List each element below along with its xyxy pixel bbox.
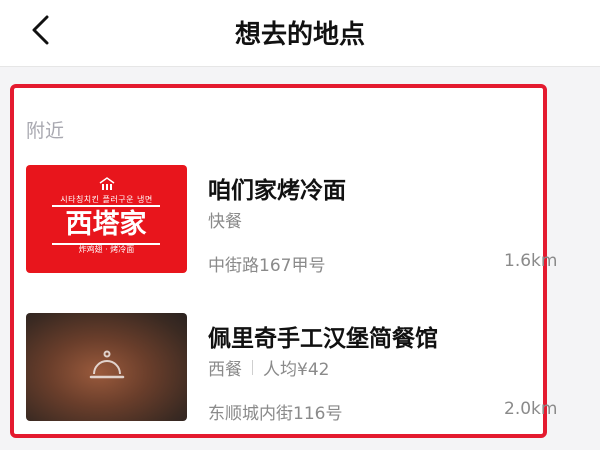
meta-divider <box>252 360 253 375</box>
place-name: 咱们家烤冷面 <box>208 178 346 204</box>
place-price: 人均¥42 <box>263 360 330 380</box>
place-distance: 1.6km <box>504 251 558 271</box>
place-category: 西餐 <box>208 360 242 380</box>
place-name: 佩里奇手工汉堡简餐馆 <box>208 326 438 352</box>
cloche-icon <box>89 350 125 379</box>
place-address: 中街路167甲号 <box>208 256 326 276</box>
place-card[interactable]: 佩里奇手工汉堡简餐馆 西餐 人均¥42 东顺城内街116号 2.0km <box>26 313 600 425</box>
place-thumbnail <box>26 313 187 421</box>
place-category: 快餐 <box>208 212 242 232</box>
place-address: 东顺城内街116号 <box>208 404 343 424</box>
place-meta: 西餐 人均¥42 <box>208 355 329 380</box>
logo-subtitle: 炸鸡翅 · 烤冷面 <box>78 245 135 254</box>
page-title: 想去的地点 <box>234 20 365 50</box>
place-card[interactable]: 시타칭치킨 플러구운 냉면 西塔家 炸鸡翅 · 烤冷面 咱们家烤冷面 快餐 中街… <box>26 165 600 277</box>
logo-mark-icon <box>99 177 115 190</box>
place-meta: 快餐 <box>208 207 242 232</box>
place-distance: 2.0km <box>504 399 558 419</box>
section-label-nearby: 附近 <box>26 120 65 142</box>
header-bar: 想去的地点 <box>0 0 600 67</box>
logo-tagline: 시타칭치킨 플러구운 냉면 <box>60 195 153 204</box>
logo-text: 西塔家 <box>52 205 160 245</box>
place-thumbnail: 시타칭치킨 플러구운 냉면 西塔家 炸鸡翅 · 烤冷面 <box>26 165 187 273</box>
